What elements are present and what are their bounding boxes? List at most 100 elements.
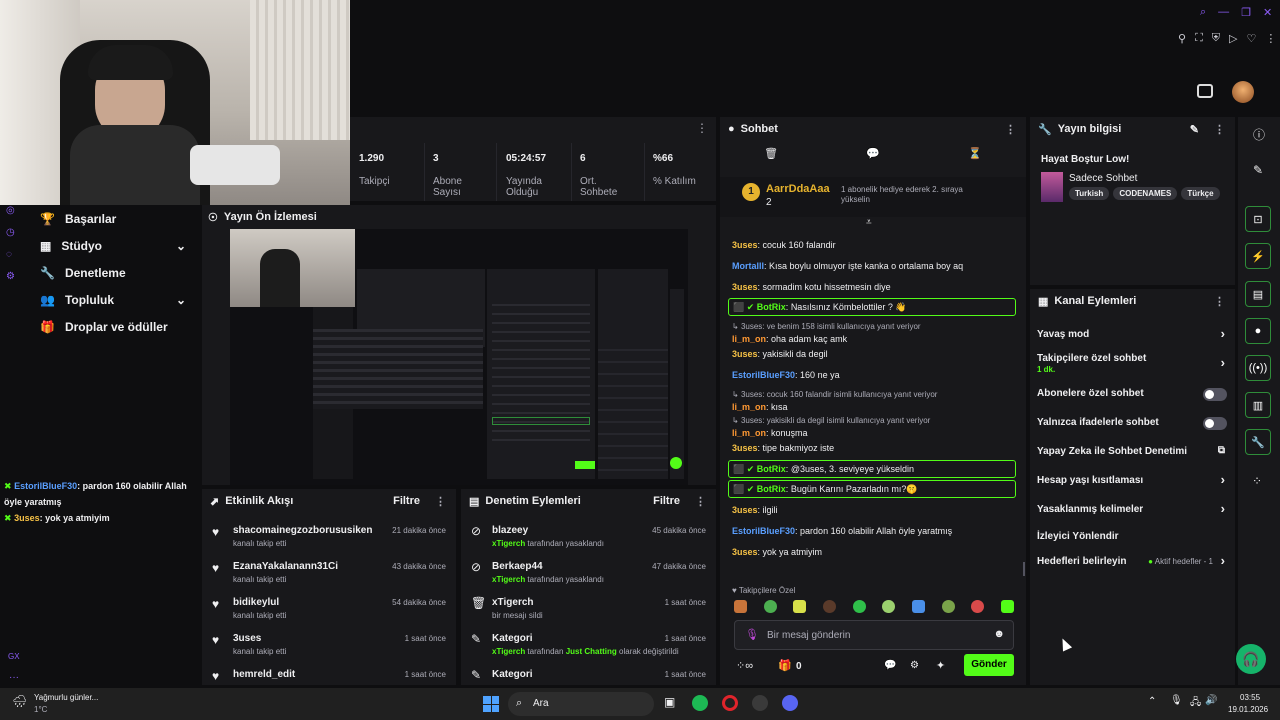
- scroll-down-icon[interactable]: ⩡: [866, 217, 872, 228]
- sidebar-item-denetleme[interactable]: 🔧 Denetleme: [30, 259, 200, 286]
- emote-icon[interactable]: [763, 600, 777, 613]
- emote-icon[interactable]: [911, 600, 925, 613]
- bot-message[interactable]: ⬛ ✔ BotRix: Nasılsınız Kömbelottiler ? 👋: [720, 297, 1026, 318]
- pin-icon[interactable]: ⚲: [1178, 32, 1186, 45]
- moderator-name[interactable]: xTigerch: [492, 539, 525, 548]
- sidebar-item-droplar[interactable]: 🎁 Droplar ve ödüller: [30, 313, 200, 340]
- chat-message[interactable]: 3uses: yok ya atmiyim: [720, 542, 1026, 563]
- list-item[interactable]: ⊘ blazeey xTigerch tarafından yasaklandı…: [461, 519, 716, 555]
- pinned-gifter[interactable]: 1 AarrDdaAaa 2 1 abonelik hediye ederek …: [720, 177, 1026, 217]
- menu-icon[interactable]: ⋮: [1265, 32, 1276, 45]
- send-button[interactable]: Gönder: [964, 654, 1014, 676]
- sidebar-item-basarilar[interactable]: 🏆 Başarılar: [30, 205, 200, 232]
- settings-icon[interactable]: ⚙: [910, 660, 919, 671]
- circle-icon[interactable]: ◎: [6, 205, 22, 227]
- chevron-up-icon[interactable]: ⌃: [1148, 696, 1156, 707]
- chat-username[interactable]: 3uses: [732, 282, 758, 292]
- rail-button-layout[interactable]: ▥: [1245, 392, 1271, 418]
- steam-icon[interactable]: [752, 695, 768, 711]
- play-icon[interactable]: ▷: [1229, 32, 1237, 45]
- chat-username[interactable]: EstorilBlueF30: [732, 526, 795, 536]
- list-item[interactable]: ♥ bidikeylul kanalı takip etti 54 dakika…: [202, 591, 456, 627]
- stream-category[interactable]: Sadece Sohbet: [1069, 173, 1137, 184]
- list-item[interactable]: ♥ shacomainegzozborususiken kanalı takip…: [202, 519, 456, 555]
- close-icon[interactable]: ✕: [1263, 6, 1272, 19]
- action-banned-words[interactable]: Yasaklanmış kelimeler ›: [1030, 496, 1235, 525]
- chat-username[interactable]: 3uses: [14, 513, 40, 523]
- preview-video[interactable]: [230, 229, 688, 485]
- panel-menu-icon[interactable]: ⋮: [696, 121, 708, 135]
- chat-username[interactable]: BotRix: [757, 302, 786, 312]
- chat-message[interactable]: EstorilBlueF30: 160 ne ya: [720, 365, 1026, 386]
- rail-button-wrench[interactable]: 🔧: [1245, 429, 1271, 455]
- rail-button-camera[interactable]: ⊡: [1245, 206, 1271, 232]
- rail-button-notes[interactable]: ▤: [1245, 281, 1271, 307]
- clock-date[interactable]: 19.01.2026: [1228, 705, 1268, 714]
- chat-bubble-icon[interactable]: 💬: [866, 147, 880, 169]
- sidebar-item-studyo[interactable]: ▦ Stüdyo ⌄: [30, 232, 200, 259]
- chat-message[interactable]: 3uses: tipe bakmiyoz iste: [720, 438, 1026, 459]
- edit-icon[interactable]: ✎: [1190, 123, 1199, 136]
- chat-username[interactable]: 3uses: [732, 349, 758, 359]
- action-goals[interactable]: Hedefleri belirleyin ● Aktif hedefler - …: [1030, 551, 1235, 577]
- action-account-age[interactable]: Hesap yaşı kısıtlaması ›: [1030, 467, 1235, 496]
- discord-icon[interactable]: [782, 695, 798, 711]
- chat-username[interactable]: li_m_on: [732, 428, 766, 438]
- list-item[interactable]: ✎ Kategori xTigerch tarafından Just Chat…: [461, 627, 716, 663]
- panel-menu-icon[interactable]: ⋮: [1005, 123, 1016, 136]
- bot-message[interactable]: ⬛ ✔ BotRix: @3uses, 3. seviyeye yükseldi…: [720, 459, 1026, 480]
- hourglass-icon[interactable]: ⏳: [968, 147, 982, 169]
- settings-icon[interactable]: ⚙: [6, 271, 22, 293]
- emote-icon[interactable]: [852, 600, 866, 613]
- chat-username[interactable]: BotRix: [757, 464, 786, 474]
- minimize-icon[interactable]: —: [1218, 6, 1229, 18]
- emote-icon[interactable]: [822, 600, 836, 613]
- chat-message[interactable]: 3uses: cocuk 160 falandir: [720, 235, 1026, 256]
- tag[interactable]: Türkçe: [1181, 187, 1220, 200]
- avatar[interactable]: [1232, 81, 1254, 103]
- chat-message[interactable]: 3uses: yakisikli da degil: [720, 344, 1026, 365]
- chat-message[interactable]: 3uses: ilgili: [720, 500, 1026, 521]
- moderator-name[interactable]: xTigerch: [492, 647, 525, 656]
- clock-icon[interactable]: ◷: [6, 227, 22, 249]
- tag[interactable]: Turkish: [1069, 187, 1110, 200]
- emote-icon[interactable]: [882, 600, 896, 613]
- chat-username[interactable]: 3uses: [732, 505, 758, 515]
- heart-icon[interactable]: ♡: [1246, 32, 1256, 45]
- screenshot-icon[interactable]: ⛶: [1195, 32, 1203, 45]
- rail-button-chat[interactable]: ●: [1245, 318, 1271, 344]
- gift-icon[interactable]: 🎁: [778, 659, 792, 672]
- restore-icon[interactable]: ❐: [1241, 6, 1251, 19]
- action-raid[interactable]: İzleyici Yönlendir: [1030, 525, 1235, 551]
- search-icon[interactable]: ⌕: [1200, 6, 1206, 19]
- chat-username[interactable]: li_m_on: [732, 334, 766, 344]
- emoji-icon[interactable]: ☻: [993, 628, 1005, 640]
- moderator-name[interactable]: xTigerch: [492, 575, 525, 584]
- support-button[interactable]: 🎧: [1236, 644, 1266, 674]
- list-item[interactable]: ⊘ Berkaep44 xTigerch tarafından yasaklan…: [461, 555, 716, 591]
- bot-message[interactable]: ⬛ ✔ BotRix: Bugün Karını Pazarladın mı?🤫: [720, 479, 1026, 500]
- chat-username[interactable]: li_m_on: [732, 402, 766, 412]
- microphone-icon[interactable]: 🎙: [745, 628, 759, 641]
- action-emotes-only[interactable]: Yalnızca ifadelerle sohbet: [1030, 409, 1235, 438]
- chat-username[interactable]: BotRix: [757, 484, 786, 494]
- subscribers-only-toggle[interactable]: [1203, 388, 1227, 401]
- panel-menu-icon[interactable]: ⋮: [1214, 295, 1225, 308]
- list-item[interactable]: ♥ EzanaYakalanann31Ci kanalı takip etti …: [202, 555, 456, 591]
- chat-scrollbar[interactable]: [1023, 562, 1025, 576]
- rail-button-broadcast[interactable]: ((•)): [1245, 355, 1271, 381]
- chat-reply[interactable]: ↳ 3uses: yakisikli da degil isimli kulla…: [720, 412, 1026, 438]
- clock-time[interactable]: 03:55: [1240, 693, 1260, 702]
- info-icon[interactable]: ⓘ: [1253, 126, 1265, 143]
- chat-message[interactable]: EstorilBlueF30: pardon 160 olabilir Alla…: [720, 521, 1026, 542]
- tag[interactable]: CODENAMES: [1113, 187, 1178, 200]
- microphone-icon[interactable]: 🎙: [1170, 695, 1183, 706]
- panel-menu-icon[interactable]: ⋮: [435, 495, 446, 508]
- action-subscribers-only[interactable]: Abonelere özel sohbet: [1030, 380, 1235, 409]
- chat-reply[interactable]: ↳ 3uses: cocuk 160 falandir isimli kulla…: [720, 386, 1026, 412]
- spotify-icon[interactable]: [692, 695, 708, 711]
- action-slow-mode[interactable]: Yavaş mod ›: [1030, 321, 1235, 350]
- chat-message[interactable]: 3uses: sormadim kotu hissetmesin diye: [720, 277, 1026, 298]
- chat-bubble-icon[interactable]: ◌: [6, 249, 22, 271]
- emote-icon[interactable]: [971, 600, 985, 613]
